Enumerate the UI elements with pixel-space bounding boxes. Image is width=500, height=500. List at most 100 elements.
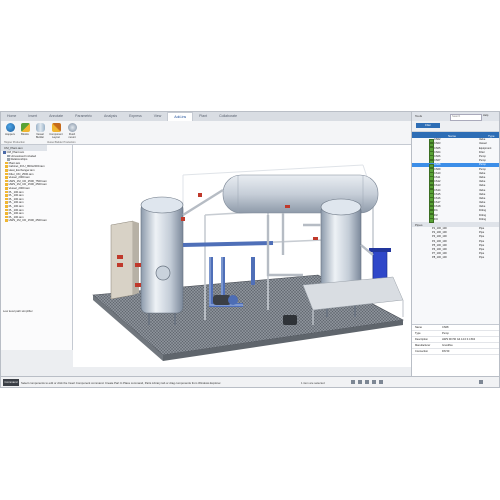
part-type: Pump (479, 163, 486, 167)
flush-mount-icon (67, 123, 77, 132)
tree-item[interactable]: HWS_1M_CD_1500_2500.iam (1, 219, 72, 223)
ribbon-tab[interactable]: Plant (193, 112, 213, 121)
part-type: Valve (479, 188, 486, 192)
assembly-icon (5, 208, 8, 212)
command-bar: Command Select components to edit or cli… (1, 376, 499, 387)
part-type: Valve (479, 171, 486, 175)
ribbon-tab[interactable]: Home (1, 112, 22, 121)
ribbon-tab[interactable]: Express (123, 112, 148, 121)
assembly-icon (5, 168, 8, 172)
assembly-icon (5, 194, 8, 197)
pipe-type: Pipe (479, 231, 485, 235)
visibility-checkbox[interactable] (429, 218, 434, 223)
property-value[interactable]: Pump (442, 332, 449, 335)
part-type: Valve (479, 192, 486, 196)
assembly-icon (5, 183, 8, 186)
part-type: Valve (479, 196, 486, 200)
vessel-icon (35, 123, 45, 132)
pipe-name: P6_100_100 (432, 247, 447, 251)
snap-icon[interactable] (351, 380, 355, 384)
properties-panel: Tools Search Help Filter Name Type CS02 V… (411, 112, 499, 377)
assembly-icon (5, 204, 8, 208)
property-key: Type (415, 332, 421, 335)
model-browser: CM_Plant.iam CM_Plant.iam Unresolved Incl… (1, 145, 73, 350)
ribbon-tab[interactable]: Insert (22, 112, 43, 121)
part-name: CS08 (434, 163, 441, 167)
property-grid: Name CS08 Type Pump Description HWS DN 50 G4 … (412, 324, 499, 377)
property-row: Connection DN 50 (412, 349, 499, 355)
part-name: CS11 (434, 175, 441, 179)
type-column-header[interactable]: Type (488, 134, 495, 138)
part-name: CS16 (434, 196, 441, 200)
control-cabinet (110, 220, 134, 300)
ribbon-tab[interactable]: Collaborate (213, 112, 243, 121)
cabinet-button-red (117, 255, 123, 259)
browser-status: Low level path simplifier (3, 309, 33, 313)
parts-list: CS02 Valve CS03 Vessel CS05 Equipment CS04 Filt… (412, 138, 499, 223)
command-label[interactable]: Command (3, 379, 19, 386)
pipe-type: Pipe (479, 239, 485, 243)
name-column-header[interactable]: Name (448, 134, 456, 138)
part-name: FI1 (434, 209, 438, 213)
part-name: CS17 (434, 201, 441, 205)
part-name: CS06 (434, 155, 441, 159)
ortho-icon[interactable] (365, 380, 369, 384)
property-value[interactable]: DN 50 (442, 350, 449, 353)
part-name: CS12 (434, 180, 441, 184)
ribbon-tab[interactable]: Annotate (43, 112, 69, 121)
part-type: Pump (479, 167, 486, 171)
search-placeholder: Search (452, 115, 461, 118)
pipe-name: P4_100_100 (432, 239, 447, 243)
help-link[interactable]: Help (483, 114, 488, 117)
3d-viewport[interactable] (73, 145, 411, 367)
part-name: CS14 (434, 188, 441, 192)
filter-button[interactable]: Filter (416, 123, 440, 128)
pipe-name: P1_100_100 (432, 227, 447, 231)
part-name: CS04 (434, 150, 441, 154)
polar-icon[interactable] (372, 380, 376, 384)
panel-title: Tools (415, 114, 423, 118)
assembly-icon (5, 179, 8, 183)
pipe-type: Pipe (479, 235, 485, 239)
selection-count: 1 item are selected (301, 380, 325, 385)
part-type: Fitting (479, 213, 487, 217)
settings-icon[interactable] (479, 380, 483, 384)
application-window: Home Insert Annotate Parametric Analysis Expr… (0, 111, 500, 388)
panel-titlebar: Tools Search Help (412, 112, 499, 121)
cabinet-button-red (117, 263, 123, 267)
search-input[interactable]: Search (450, 113, 482, 121)
ribbon-tab[interactable]: Analysis (98, 112, 123, 121)
assembly-icon (7, 154, 10, 158)
plant-model (92, 164, 404, 361)
assembly-icon (5, 197, 8, 201)
part-name: CS03 (434, 142, 441, 146)
ribbon-tab[interactable]: View (148, 112, 168, 121)
property-value[interactable]: HWS DN 50 G4 14.0 0.4 B/4 (442, 338, 475, 341)
ribbon-tab[interactable]: Parametric (69, 112, 98, 121)
part-row[interactable]: FI3 Fitting (412, 217, 499, 223)
pipe-name: P2_100_100 (432, 231, 447, 235)
pump (283, 315, 297, 325)
part-type: Valve (479, 201, 486, 205)
part-type: Valve (479, 180, 486, 184)
property-value[interactable]: CS08 (442, 326, 449, 329)
pipe-type: Pipe (479, 247, 485, 251)
assembly-icon (5, 215, 8, 219)
pipe-row[interactable]: P8_100_100 Pipe (412, 256, 499, 260)
property-value[interactable]: Grundfos (442, 344, 453, 347)
pipe-type: Pipe (479, 256, 485, 260)
part-name: CS09 (434, 167, 441, 171)
assembly-icon (5, 219, 8, 222)
assembly-icon (5, 161, 8, 165)
part-type: Fitting (479, 217, 487, 221)
ribbon: Hoppers Blocks Vessel Builder Component … (1, 121, 411, 145)
tree-item-label: HWS_1M_CD_1500_2500.iam (8, 218, 47, 223)
manhole (155, 265, 171, 281)
grid-icon[interactable] (358, 380, 362, 384)
osnap-icon[interactable] (379, 380, 383, 384)
pipe-type: Pipe (479, 252, 485, 256)
pipe-name: P3_100_100 (432, 235, 447, 239)
panel-toolbar: Filter (412, 121, 499, 132)
hopper-icon (5, 123, 15, 132)
part-name: FI2 (434, 213, 438, 217)
